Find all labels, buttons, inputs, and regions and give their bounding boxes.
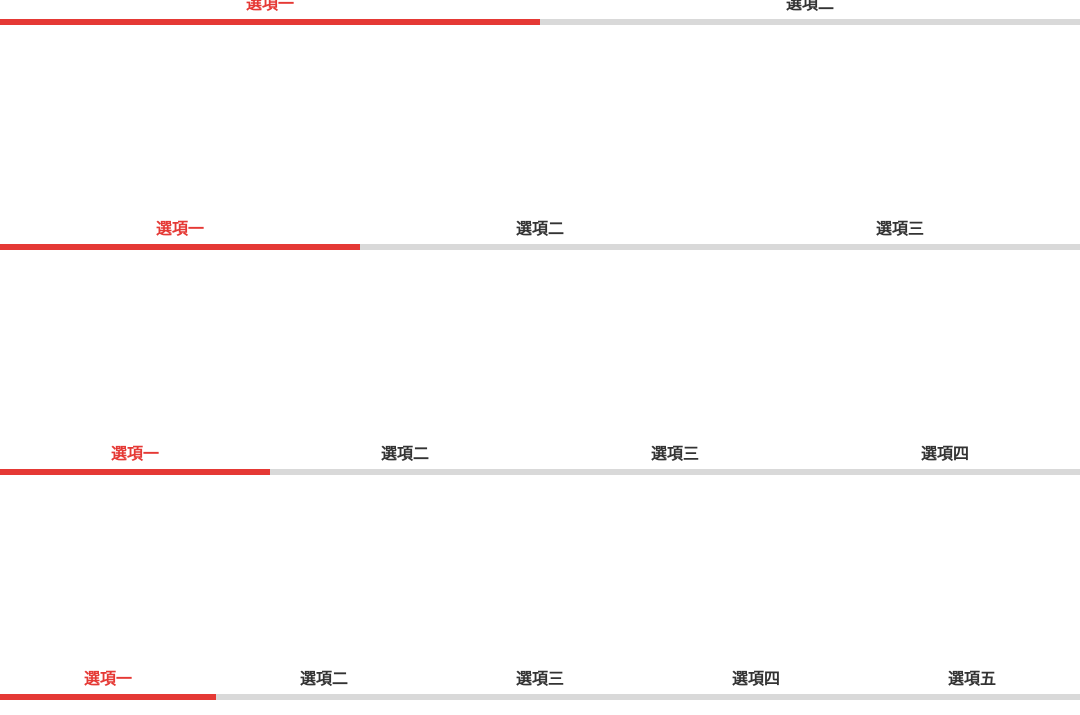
tab-option-1[interactable]: 選項一 <box>0 0 540 19</box>
tab-bar-two: 選項一 選項二 <box>0 0 1080 25</box>
active-tab-indicator <box>0 469 270 475</box>
tab-option-4[interactable]: 選項四 <box>648 660 864 694</box>
tab-bar-three: 選項一 選項二 選項三 <box>0 210 1080 250</box>
active-tab-indicator <box>0 694 216 700</box>
tab-option-2[interactable]: 選項二 <box>360 210 720 244</box>
tab-option-5[interactable]: 選項五 <box>864 660 1080 694</box>
tab-option-1[interactable]: 選項一 <box>0 210 360 244</box>
active-tab-indicator <box>0 244 360 250</box>
tab-track <box>0 19 1080 25</box>
tab-bar-four: 選項一 選項二 選項三 選項四 <box>0 435 1080 475</box>
tab-list: 選項一 選項二 選項三 <box>0 210 1080 244</box>
tab-option-1[interactable]: 選項一 <box>0 435 270 469</box>
tab-option-2[interactable]: 選項二 <box>216 660 432 694</box>
active-tab-indicator <box>0 19 540 25</box>
tab-option-3[interactable]: 選項三 <box>720 210 1080 244</box>
tab-track <box>0 694 1080 700</box>
tab-option-2[interactable]: 選項二 <box>270 435 540 469</box>
tab-list: 選項一 選項二 選項三 選項四 <box>0 435 1080 469</box>
tab-option-3[interactable]: 選項三 <box>540 435 810 469</box>
tab-option-3[interactable]: 選項三 <box>432 660 648 694</box>
tab-option-1[interactable]: 選項一 <box>0 660 216 694</box>
tab-track <box>0 469 1080 475</box>
tab-list: 選項一 選項二 <box>0 0 1080 19</box>
tab-option-2[interactable]: 選項二 <box>540 0 1080 19</box>
tab-bar-five: 選項一 選項二 選項三 選項四 選項五 <box>0 660 1080 700</box>
tab-option-4[interactable]: 選項四 <box>810 435 1080 469</box>
tab-track <box>0 244 1080 250</box>
tab-list: 選項一 選項二 選項三 選項四 選項五 <box>0 660 1080 694</box>
